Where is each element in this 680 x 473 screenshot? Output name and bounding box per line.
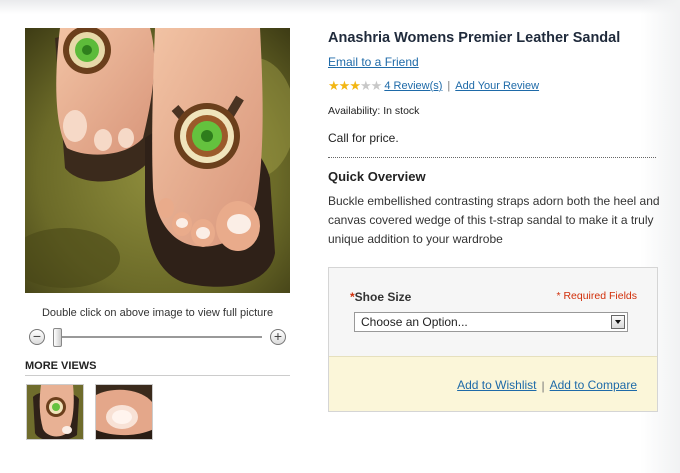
add-to-links: Add to Wishlist | Add to Compare	[457, 378, 637, 393]
star-icon: ★	[338, 78, 351, 93]
star-rating: ★★★★★	[328, 78, 383, 94]
rating-row: ★★★★★ 4 Review(s) | Add Your Review	[328, 78, 539, 94]
zoom-in-button[interactable]: +	[270, 329, 286, 345]
zoom-hint-text: Double click on above image to view full…	[41, 307, 274, 319]
zoom-track[interactable]	[53, 336, 262, 338]
separator: |	[447, 80, 451, 92]
shoe-size-select[interactable]: Choose an Option...	[354, 312, 628, 332]
shoe-size-label-text: Shoe Size	[354, 290, 412, 304]
star-icon: ★	[328, 78, 340, 93]
chevron-down-icon[interactable]	[611, 315, 625, 329]
add-to-compare-link[interactable]: Add to Compare	[550, 378, 637, 392]
divider	[328, 157, 656, 158]
main-product-image[interactable]	[25, 28, 290, 293]
thumbnail-2[interactable]	[95, 384, 153, 440]
availability-status: Availability: In stock	[328, 105, 420, 117]
quick-overview-text: Buckle embellished contrasting straps ad…	[328, 194, 660, 246]
add-review-link[interactable]: Add Your Review	[455, 80, 539, 92]
toe-closeup-thumb-image	[96, 385, 152, 439]
star-icon: ★	[349, 78, 361, 93]
star-empty-icon: ★	[370, 78, 383, 93]
shoe-size-select-value: Choose an Option...	[361, 315, 468, 329]
plus-icon: +	[273, 328, 283, 344]
zoom-slider[interactable]: − +	[25, 326, 290, 348]
minus-icon: −	[32, 328, 42, 344]
quick-overview-title: Quick Overview	[328, 169, 426, 184]
shoe-size-label: *Shoe Size	[350, 290, 411, 304]
zoom-out-button[interactable]: −	[29, 329, 45, 345]
price-note: Call for price.	[328, 131, 399, 145]
sandal-thumb-image	[27, 385, 83, 439]
product-options-box: *Shoe Size * Required Fields Choose an O…	[328, 267, 658, 412]
sandal-photo	[25, 28, 290, 293]
separator: |	[541, 378, 545, 393]
add-to-links-bar: Add to Wishlist | Add to Compare	[329, 356, 657, 411]
zoom-handle[interactable]	[53, 328, 62, 347]
star-empty-icon: ★	[359, 78, 372, 93]
top-gradient-strip	[0, 0, 680, 14]
reviews-link[interactable]: 4 Review(s)	[384, 80, 442, 92]
add-to-wishlist-link[interactable]: Add to Wishlist	[457, 378, 536, 392]
thumbnail-1[interactable]	[26, 384, 84, 440]
required-fields-note: * Required Fields	[556, 290, 637, 302]
email-to-friend-link[interactable]: Email to a Friend	[328, 55, 419, 69]
more-views-title: MORE VIEWS	[25, 360, 290, 376]
product-title: Anashria Womens Premier Leather Sandal	[328, 30, 621, 46]
